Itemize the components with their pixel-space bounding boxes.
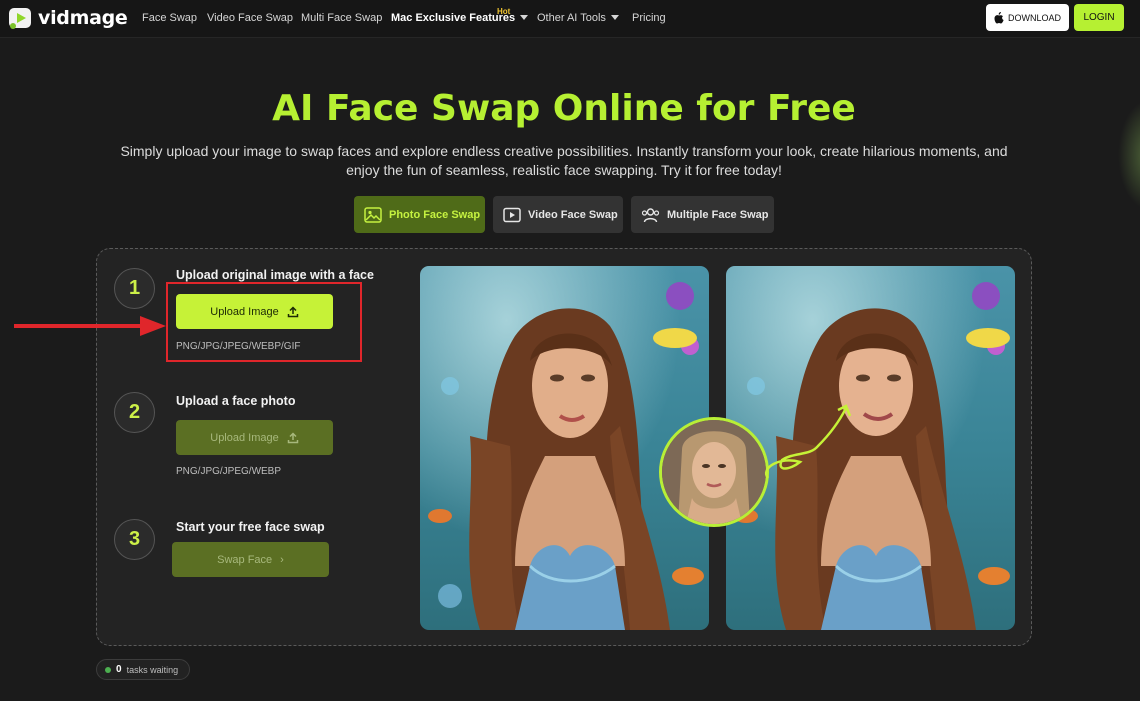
- brand-logo[interactable]: vidmage: [8, 5, 128, 31]
- download-label: DOWNLOAD: [1007, 12, 1061, 23]
- step-3-title: Start your free face swap: [176, 520, 325, 534]
- chevron-down-icon: [520, 15, 529, 20]
- red-arrow-annotation-icon: [14, 316, 166, 336]
- tasks-waiting-badge: 0 tasks waiting: [96, 659, 190, 680]
- step-1-title: Upload original image with a face: [176, 268, 374, 282]
- tab-photo-face-swap-label: Photo Face Swap: [389, 208, 481, 221]
- swap-face-button[interactable]: Swap Face ›: [172, 542, 329, 577]
- tasks-label: tasks waiting: [126, 664, 179, 675]
- page-subtitle: Simply upload your image to swap faces a…: [120, 143, 1008, 178]
- upload-icon: [287, 431, 298, 443]
- image-icon: [364, 206, 382, 223]
- step-number-1: 1: [114, 268, 155, 309]
- apple-icon: [994, 11, 1004, 23]
- tab-video-face-swap[interactable]: Video Face Swap: [493, 196, 623, 233]
- nav-video-face-swap[interactable]: Video Face Swap: [207, 12, 293, 24]
- annotation-highlight-box: [166, 282, 362, 362]
- step-2-title: Upload a face photo: [176, 394, 296, 408]
- upload-face-photo-button[interactable]: Upload Image: [176, 420, 333, 455]
- step-number-3: 3: [114, 519, 155, 560]
- step-2-formats: PNG/JPG/JPEG/WEBP: [176, 466, 282, 477]
- chevron-down-icon: [610, 15, 619, 20]
- tasks-count: 0: [116, 664, 122, 675]
- chevron-right-icon: ›: [280, 553, 284, 566]
- nav-face-swap[interactable]: Face Swap: [142, 12, 197, 24]
- swap-face-label: Swap Face: [217, 553, 273, 566]
- tab-multiple-face-swap[interactable]: Multiple Face Swap: [631, 196, 774, 233]
- tab-video-face-swap-label: Video Face Swap: [528, 208, 618, 221]
- page-title: AI Face Swap Online for Free: [272, 88, 856, 129]
- swap-arrow-icon: [765, 404, 852, 479]
- video-icon: [503, 207, 521, 222]
- tab-photo-face-swap[interactable]: Photo Face Swap: [354, 196, 485, 233]
- hot-badge: Hot: [497, 7, 511, 16]
- tab-multiple-face-swap-label: Multiple Face Swap: [667, 208, 769, 221]
- nav-other-ai-tools-label: Other AI Tools: [537, 12, 606, 24]
- login-button[interactable]: LOGIN: [1074, 4, 1124, 31]
- users-icon: [641, 207, 660, 222]
- nav-pricing[interactable]: Pricing: [632, 12, 666, 24]
- upload-face-photo-label: Upload Image: [210, 431, 279, 444]
- download-button[interactable]: DOWNLOAD: [986, 4, 1069, 31]
- step-number-2: 2: [114, 392, 155, 433]
- logo-icon: [8, 5, 34, 31]
- nav-other-ai-tools[interactable]: Other AI Tools: [537, 12, 619, 24]
- brand-name: vidmage: [38, 7, 128, 29]
- face-photo-thumbnail: [659, 417, 769, 527]
- status-dot-icon: [105, 666, 111, 673]
- nav-multi-face-swap[interactable]: Multi Face Swap: [301, 12, 382, 24]
- top-navigation: vidmage Face Swap Video Face Swap Multi …: [0, 0, 1140, 38]
